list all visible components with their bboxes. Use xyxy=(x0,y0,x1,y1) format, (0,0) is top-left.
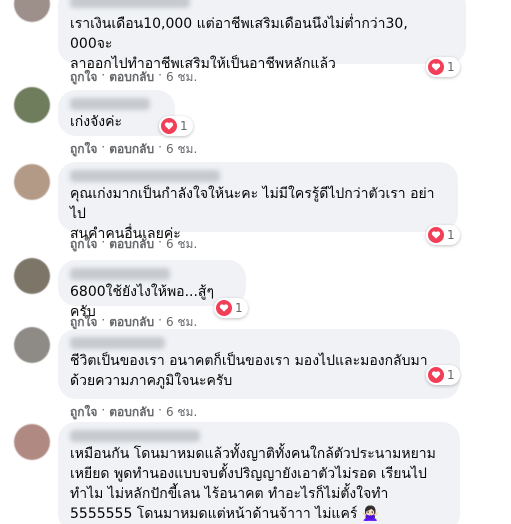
comment-bubble: เหมือนกัน โดนมาหมดแล้วทั้งญาติทั้งคนใกล้… xyxy=(58,422,460,524)
comment-actions: ถูกใจ · ตอบกลับ · 6 ชม. xyxy=(70,403,197,422)
like-link[interactable]: ถูกใจ xyxy=(70,403,97,422)
avatar[interactable] xyxy=(14,424,50,460)
heart-icon xyxy=(428,227,444,243)
heart-icon xyxy=(428,367,444,383)
commenter-name[interactable] xyxy=(70,170,220,182)
comment-bubble: คุณเก่งมากเป็นกำลังใจให้นะคะ ไม่มีใครรู้… xyxy=(58,162,458,242)
reply-link[interactable]: ตอบกลับ xyxy=(109,235,154,254)
avatar[interactable] xyxy=(14,327,50,363)
comment-text: เหมือนกัน โดนมาหมดแล้วทั้งญาติทั้งคนใกล้… xyxy=(70,446,436,522)
comment-text: เราเงินเดือน10,000 แต่อาชีพเสริมเดือนนึง… xyxy=(70,16,408,72)
reaction-badge[interactable]: 1 xyxy=(426,57,460,77)
reaction-count: 1 xyxy=(180,119,188,133)
comment-timestamp[interactable]: 6 ชม. xyxy=(166,235,197,254)
reaction-count: 1 xyxy=(447,368,455,382)
reply-link[interactable]: ตอบกลับ xyxy=(109,140,154,159)
avatar[interactable] xyxy=(14,0,50,22)
avatar[interactable] xyxy=(14,87,50,123)
comment-actions: ถูกใจ · ตอบกลับ · 6 ชม. xyxy=(70,140,197,159)
commenter-name[interactable] xyxy=(70,430,200,442)
heart-icon xyxy=(161,118,177,134)
comment-bubble: เราเงินเดือน10,000 แต่อาชีพเสริมเดือนนึง… xyxy=(58,0,466,72)
reaction-count: 1 xyxy=(235,301,243,315)
commenter-name[interactable] xyxy=(70,268,170,280)
avatar[interactable] xyxy=(14,258,50,294)
heart-icon xyxy=(216,300,232,316)
reaction-badge[interactable]: 1 xyxy=(214,298,248,318)
comment-timestamp[interactable]: 6 ชม. xyxy=(166,140,197,159)
commenter-name[interactable] xyxy=(70,337,165,349)
comment-timestamp[interactable]: 6 ชม. xyxy=(166,68,197,87)
reply-link[interactable]: ตอบกลับ xyxy=(109,68,154,87)
commenter-name[interactable] xyxy=(70,0,190,8)
reaction-badge[interactable]: 1 xyxy=(426,365,460,385)
comment-bubble: ชีวิตเป็นของเรา อนาคตก็เป็นของเรา มองไปแ… xyxy=(58,329,460,399)
reaction-count: 1 xyxy=(447,228,455,242)
reaction-count: 1 xyxy=(447,60,455,74)
like-link[interactable]: ถูกใจ xyxy=(70,235,97,254)
heart-icon xyxy=(428,59,444,75)
reply-link[interactable]: ตอบกลับ xyxy=(109,403,154,422)
comment-bubble: เก่งจังค่ะ xyxy=(58,90,175,136)
comment-thread: เราเงินเดือน10,000 แต่อาชีพเสริมเดือนนึง… xyxy=(0,0,511,524)
commenter-name[interactable] xyxy=(70,98,150,110)
avatar[interactable] xyxy=(14,164,50,200)
reaction-badge[interactable]: 1 xyxy=(426,225,460,245)
reaction-badge[interactable]: 1 xyxy=(159,116,193,136)
comment-text: เก่งจังค่ะ xyxy=(70,114,123,130)
comment-actions: ถูกใจ · ตอบกลับ · 6 ชม. xyxy=(70,235,197,254)
comment-actions: ถูกใจ · ตอบกลับ · 6 ชม. xyxy=(70,68,197,87)
like-link[interactable]: ถูกใจ xyxy=(70,140,97,159)
comment-text: ชีวิตเป็นของเรา อนาคตก็เป็นของเรา มองไปแ… xyxy=(70,353,428,389)
comment-timestamp[interactable]: 6 ชม. xyxy=(166,403,197,422)
like-link[interactable]: ถูกใจ xyxy=(70,68,97,87)
